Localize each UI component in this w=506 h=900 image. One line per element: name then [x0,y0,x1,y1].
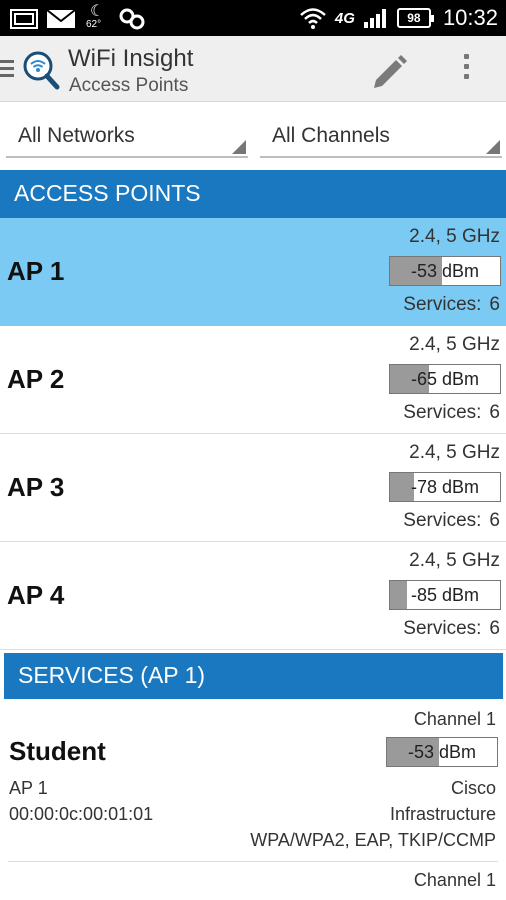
channel-filter-dropdown[interactable]: All Channels [260,118,502,158]
signal-strength-value: -78 dBm [410,477,480,497]
ap-band: 2.4, 5 GHz [409,334,500,355]
signal-strength-value: -53 dBm [407,742,477,762]
pencil-icon[interactable] [368,50,410,90]
signal-strength-value: -85 dBm [410,585,480,605]
service-ap: AP 1 [9,778,48,798]
signal-strength-meter: -85 dBm [389,580,501,610]
network-filter-dropdown[interactable]: All Networks [6,118,248,158]
app-subtitle: Access Points [69,75,189,96]
ap-name: AP 2 [7,364,65,394]
signal-strength-meter: -78 dBm [389,472,501,502]
wifi-search-logo-icon[interactable] [22,50,60,90]
ap-band: 2.4, 5 GHz [409,226,500,247]
service-mac-address: 00:00:0c:00:01:01 [9,804,154,824]
ap-services-count: Services: 6 [403,294,500,315]
wifi-signal-icon [300,8,326,29]
services-header: SERVICES (AP 1) [4,653,503,699]
signal-strength-value: -53 dBm [410,261,480,281]
status-bar: ☾ 62° 4G 98 10:32 [0,0,506,36]
signal-strength-meter: -53 dBm [386,737,498,767]
ap-services-count: Services: 6 [403,510,500,531]
dropdown-arrow-icon [232,140,246,154]
mail-icon [46,9,76,28]
service-channel: Channel 1 [413,709,496,729]
service-list-item[interactable]: Channel 1 Student -53 dBm AP 1 00:00:0c:… [0,700,506,860]
signal-strength-meter: -65 dBm [389,364,501,394]
ap-band: 2.4, 5 GHz [409,550,500,571]
overflow-menu-icon[interactable] [456,54,476,88]
channel-filter-value: All Channels [272,124,390,147]
ap-name: AP 3 [7,472,65,502]
ap-list-item[interactable]: 2.4, 5 GHz AP 1 -53 dBm Services: 6 [0,218,506,326]
signal-strength-meter: -53 dBm [389,256,501,286]
temperature-label: 62° [86,19,102,30]
ap-name: AP 4 [7,580,65,610]
menu-icon[interactable] [0,60,14,78]
dropdown-arrow-icon [486,140,500,154]
ap-list-item[interactable]: 2.4, 5 GHz AP 2 -65 dBm Services: 6 [0,326,506,434]
app-title: WiFi Insight [68,45,194,72]
service-vendor: Cisco [450,778,496,798]
section-title: ACCESS POINTS [14,180,201,206]
service-name: Student [9,736,106,766]
ap-list-item[interactable]: 2.4, 5 GHz AP 4 -85 dBm Services: 6 [0,542,506,650]
section-title: SERVICES (AP 1) [18,662,206,688]
ap-services-count: Services: 6 [403,618,500,639]
clock: 10:32 [442,5,498,30]
battery-icon: 98 [396,8,434,28]
service-security: WPA/WPA2, EAP, TKIP/CCMP [250,830,496,850]
battery-level: 98 [407,11,421,25]
screenshot-notification-icon [10,9,38,29]
signal-strength-value: -65 dBm [410,369,480,389]
weather-icon: ☾ 62° [86,3,105,30]
ap-services-count: Services: 6 [403,402,500,423]
service-mode: Infrastructure [389,804,496,824]
ap-name: AP 1 [7,256,65,286]
network-type-label: 4G [334,9,355,27]
action-bar: WiFi Insight Access Points [0,36,506,102]
cell-signal-icon [363,9,386,28]
filter-bar: All Networks All Channels [0,102,506,168]
ap-band: 2.4, 5 GHz [409,442,500,463]
link-icon [119,8,145,30]
service-list-item[interactable]: Channel 1 [0,862,506,900]
ap-list-item[interactable]: 2.4, 5 GHz AP 3 -78 dBm Services: 6 [0,434,506,542]
access-points-header: ACCESS POINTS [0,170,506,218]
network-filter-value: All Networks [18,124,135,147]
service-channel: Channel 1 [413,870,496,890]
